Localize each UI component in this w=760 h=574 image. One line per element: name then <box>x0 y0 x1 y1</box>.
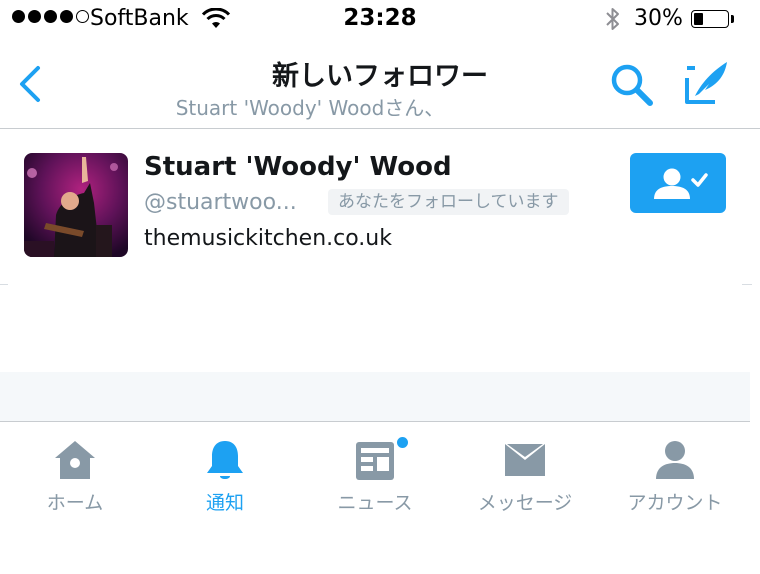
tab-news-label: ニュース <box>337 492 413 514</box>
search-icon <box>611 64 653 106</box>
cell-divider <box>742 284 752 285</box>
tab-home-label: ホーム <box>46 492 104 514</box>
tab-news[interactable]: ニュース <box>300 422 450 522</box>
page-subtitle: Stuart 'Woody' Woodさん、 <box>175 96 445 120</box>
avatar-photo <box>24 153 128 257</box>
compose-tweet-icon <box>685 62 727 104</box>
follower-name[interactable]: Stuart 'Woody' Wood <box>144 152 452 182</box>
home-icon <box>0 436 150 484</box>
nav-divider <box>0 128 760 129</box>
tab-account-label: アカウント <box>627 492 723 514</box>
navigation-bar: 新しいフォロワー Stuart 'Woody' Woodさん、 <box>0 40 760 128</box>
list-footer-band <box>0 372 750 422</box>
follower-handle: @stuartwoo... <box>144 190 297 215</box>
following-button[interactable] <box>630 153 726 213</box>
battery-icon <box>691 10 729 28</box>
status-bar: SoftBank 23:28 30% <box>0 0 760 40</box>
tab-messages-label: メッセージ <box>477 492 573 514</box>
news-icon <box>300 436 450 484</box>
cell-divider <box>0 284 8 285</box>
tab-notifications-label: 通知 <box>205 492 244 514</box>
search-button[interactable] <box>607 60 657 110</box>
tab-notifications[interactable]: 通知 <box>150 422 300 522</box>
avatar[interactable] <box>24 153 128 257</box>
battery-tip <box>731 15 734 23</box>
compose-tweet-button[interactable] <box>681 58 733 110</box>
bluetooth-icon <box>604 6 622 38</box>
tab-home[interactable]: ホーム <box>0 422 150 522</box>
battery-percentage: 30% <box>634 6 683 31</box>
news-unread-badge <box>396 436 409 449</box>
envelope-icon <box>450 436 600 484</box>
person-icon <box>600 436 750 484</box>
tab-messages[interactable]: メッセージ <box>450 422 600 522</box>
follows-you-badge: あなたをフォローしています <box>328 189 569 215</box>
bell-icon <box>150 436 300 484</box>
following-check-icon <box>654 168 708 199</box>
follower-url[interactable]: themusickitchen.co.uk <box>144 226 392 251</box>
tab-account[interactable]: アカウント <box>600 422 750 522</box>
